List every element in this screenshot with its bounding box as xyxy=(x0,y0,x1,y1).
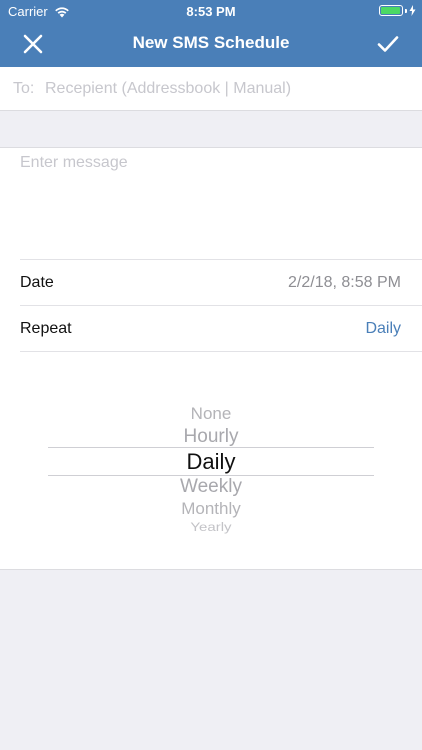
repeat-picker[interactable]: None Hourly Daily Weekly Monthly Yearly xyxy=(48,388,374,538)
repeat-row[interactable]: Repeat Daily xyxy=(20,305,422,351)
picker-option-weekly[interactable]: Weekly xyxy=(48,476,374,498)
recipient-input[interactable] xyxy=(45,75,405,103)
recipient-label: To: xyxy=(13,80,35,97)
picker-option-none[interactable]: None xyxy=(48,404,374,424)
battery-fill xyxy=(381,7,400,14)
date-label: Date xyxy=(20,274,54,291)
picker-option-yearly[interactable]: Yearly xyxy=(48,521,374,535)
battery-icon xyxy=(379,5,403,16)
picker-option-monthly[interactable]: Monthly xyxy=(48,499,374,519)
row-divider xyxy=(20,351,422,352)
recipient-row: To: xyxy=(0,67,422,111)
picker-option-daily[interactable]: Daily xyxy=(48,449,374,475)
charging-bolt-icon xyxy=(409,5,416,16)
battery-cap xyxy=(405,8,407,13)
date-value: 2/2/18, 8:58 PM xyxy=(288,274,401,291)
checkmark-icon[interactable] xyxy=(376,32,400,56)
navigation-bar: New SMS Schedule xyxy=(0,22,422,67)
repeat-value: Daily xyxy=(365,320,401,337)
status-time: 8:53 PM xyxy=(186,4,236,19)
picker-option-hourly[interactable]: Hourly xyxy=(48,426,374,448)
status-bar: Carrier 8:53 PM xyxy=(0,0,422,22)
message-input[interactable] xyxy=(20,154,404,254)
repeat-label: Repeat xyxy=(20,320,72,337)
battery-indicator xyxy=(379,5,416,16)
schedule-card: Date 2/2/18, 8:58 PM Repeat Daily None H… xyxy=(0,147,422,570)
date-row[interactable]: Date 2/2/18, 8:58 PM xyxy=(20,259,422,305)
page-title: New SMS Schedule xyxy=(132,33,290,52)
header: Carrier 8:53 PM New SMS Schedule xyxy=(0,0,422,67)
